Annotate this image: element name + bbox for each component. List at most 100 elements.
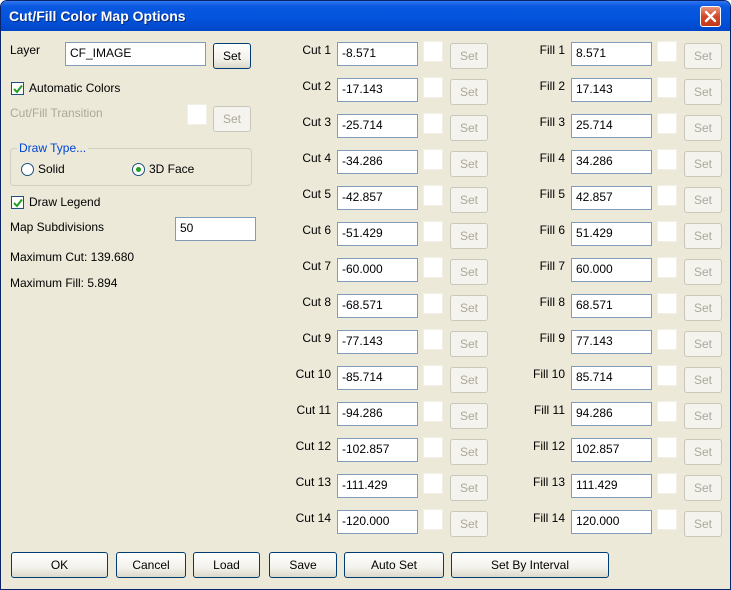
fill-value-input-2[interactable]: 17.143 bbox=[571, 78, 652, 102]
title-bar[interactable]: Cut/Fill Color Map Options bbox=[1, 1, 730, 31]
cut-color-swatch-6 bbox=[423, 221, 443, 242]
cut-value-input-2[interactable]: -17.143 bbox=[337, 78, 418, 102]
cut-set-button-5[interactable]: Set bbox=[450, 187, 488, 213]
cut-value-input-1[interactable]: -8.571 bbox=[337, 42, 418, 66]
cut-label-11: Cut 11 bbox=[296, 403, 331, 417]
cut-color-swatch-13 bbox=[423, 473, 443, 494]
fill-value-input-8[interactable]: 68.571 bbox=[571, 294, 652, 318]
cut-value-input-5[interactable]: -42.857 bbox=[337, 186, 418, 210]
cut-set-button-6[interactable]: Set bbox=[450, 223, 488, 249]
fill-color-swatch-10 bbox=[657, 365, 677, 386]
layer-set-button[interactable]: Set bbox=[213, 43, 251, 69]
fill-set-button-3[interactable]: Set bbox=[684, 115, 722, 141]
fill-set-button-4[interactable]: Set bbox=[684, 151, 722, 177]
cut-label-2: Cut 2 bbox=[302, 79, 331, 93]
close-button[interactable] bbox=[700, 6, 721, 27]
fill-value-input-5[interactable]: 42.857 bbox=[571, 186, 652, 210]
cut-label-1: Cut 1 bbox=[302, 43, 331, 57]
radio-selected-dot bbox=[136, 167, 141, 172]
cut-label-14: Cut 14 bbox=[295, 511, 331, 525]
cut-set-button-4[interactable]: Set bbox=[450, 151, 488, 177]
fill-set-button-8[interactable]: Set bbox=[684, 295, 722, 321]
fill-label-11: Fill 11 bbox=[533, 403, 565, 417]
map-subdivisions-input[interactable]: 50 bbox=[175, 217, 256, 241]
cut-value-input-8[interactable]: -68.571 bbox=[337, 294, 418, 318]
cut-value-input-7[interactable]: -60.000 bbox=[337, 258, 418, 282]
solid-radio[interactable] bbox=[21, 163, 34, 176]
fill-color-swatch-3 bbox=[657, 113, 677, 134]
cut-value-input-4[interactable]: -34.286 bbox=[337, 150, 418, 174]
close-icon bbox=[704, 10, 717, 23]
fill-value-input-1[interactable]: 8.571 bbox=[571, 42, 652, 66]
cut-set-button-1[interactable]: Set bbox=[450, 43, 488, 69]
automatic-colors-checkbox[interactable] bbox=[11, 82, 24, 95]
fill-label-9: Fill 9 bbox=[539, 331, 565, 345]
fill-value-input-14[interactable]: 120.000 bbox=[571, 510, 652, 534]
cut-value-input-9[interactable]: -77.143 bbox=[337, 330, 418, 354]
cut-value-input-10[interactable]: -85.714 bbox=[337, 366, 418, 390]
fill-set-button-12[interactable]: Set bbox=[684, 439, 722, 465]
fill-label-14: Fill 14 bbox=[532, 511, 565, 525]
fill-value-input-6[interactable]: 51.429 bbox=[571, 222, 652, 246]
cut-set-button-2[interactable]: Set bbox=[450, 79, 488, 105]
cut-value-input-12[interactable]: -102.857 bbox=[337, 438, 418, 462]
checkmark-icon bbox=[13, 198, 23, 208]
fill-value-input-10[interactable]: 85.714 bbox=[571, 366, 652, 390]
automatic-colors-label: Automatic Colors bbox=[29, 81, 121, 95]
fill-set-button-2[interactable]: Set bbox=[684, 79, 722, 105]
transition-set-button[interactable]: Set bbox=[213, 106, 251, 132]
cancel-button[interactable]: Cancel bbox=[116, 552, 186, 578]
cut-value-input-13[interactable]: -111.429 bbox=[337, 474, 418, 498]
cut-label-3: Cut 3 bbox=[302, 115, 331, 129]
cut-set-button-12[interactable]: Set bbox=[450, 439, 488, 465]
fill-set-button-9[interactable]: Set bbox=[684, 331, 722, 357]
fill-color-swatch-5 bbox=[657, 185, 677, 206]
cut-color-swatch-2 bbox=[423, 77, 443, 98]
face3d-radio[interactable] bbox=[132, 163, 145, 176]
fill-value-input-3[interactable]: 25.714 bbox=[571, 114, 652, 138]
fill-set-button-10[interactable]: Set bbox=[684, 367, 722, 393]
fill-set-button-14[interactable]: Set bbox=[684, 511, 722, 537]
auto-set-button[interactable]: Auto Set bbox=[344, 552, 444, 578]
layer-input[interactable]: CF_IMAGE bbox=[65, 42, 206, 66]
fill-set-button-11[interactable]: Set bbox=[684, 403, 722, 429]
cut-set-button-11[interactable]: Set bbox=[450, 403, 488, 429]
cut-set-button-3[interactable]: Set bbox=[450, 115, 488, 141]
fill-value-input-11[interactable]: 94.286 bbox=[571, 402, 652, 426]
fill-value-input-13[interactable]: 111.429 bbox=[571, 474, 652, 498]
cut-value-input-14[interactable]: -120.000 bbox=[337, 510, 418, 534]
fill-value-input-7[interactable]: 60.000 bbox=[571, 258, 652, 282]
checkmark-icon bbox=[13, 84, 23, 94]
fill-color-swatch-12 bbox=[657, 437, 677, 458]
cut-set-button-14[interactable]: Set bbox=[450, 511, 488, 537]
fill-set-button-1[interactable]: Set bbox=[684, 43, 722, 69]
cut-value-input-3[interactable]: -25.714 bbox=[337, 114, 418, 138]
cut-value-input-11[interactable]: -94.286 bbox=[337, 402, 418, 426]
cut-fill-transition-label: Cut/Fill Transition bbox=[10, 106, 103, 120]
layer-label: Layer bbox=[10, 43, 41, 57]
cut-set-button-8[interactable]: Set bbox=[450, 295, 488, 321]
cut-set-button-9[interactable]: Set bbox=[450, 331, 488, 357]
fill-set-button-13[interactable]: Set bbox=[684, 475, 722, 501]
fill-value-input-4[interactable]: 34.286 bbox=[571, 150, 652, 174]
fill-value-input-12[interactable]: 102.857 bbox=[571, 438, 652, 462]
ok-button[interactable]: OK bbox=[11, 552, 108, 578]
fill-color-swatch-13 bbox=[657, 473, 677, 494]
set-by-interval-button[interactable]: Set By Interval bbox=[451, 552, 609, 578]
fill-set-button-5[interactable]: Set bbox=[684, 187, 722, 213]
save-button[interactable]: Save bbox=[269, 552, 337, 578]
cut-set-button-7[interactable]: Set bbox=[450, 259, 488, 285]
fill-value-input-9[interactable]: 77.143 bbox=[571, 330, 652, 354]
maximum-cut-text: Maximum Cut: 139.680 bbox=[10, 250, 135, 264]
draw-legend-checkbox[interactable] bbox=[11, 196, 24, 209]
fill-label-1: Fill 1 bbox=[539, 43, 565, 57]
fill-set-button-6[interactable]: Set bbox=[684, 223, 722, 249]
cut-set-button-13[interactable]: Set bbox=[450, 475, 488, 501]
cut-value-input-6[interactable]: -51.429 bbox=[337, 222, 418, 246]
load-button[interactable]: Load bbox=[193, 552, 260, 578]
cut-label-4: Cut 4 bbox=[302, 151, 331, 165]
fill-set-button-7[interactable]: Set bbox=[684, 259, 722, 285]
cut-set-button-10[interactable]: Set bbox=[450, 367, 488, 393]
cut-color-swatch-1 bbox=[423, 41, 443, 62]
cut-color-swatch-4 bbox=[423, 149, 443, 170]
